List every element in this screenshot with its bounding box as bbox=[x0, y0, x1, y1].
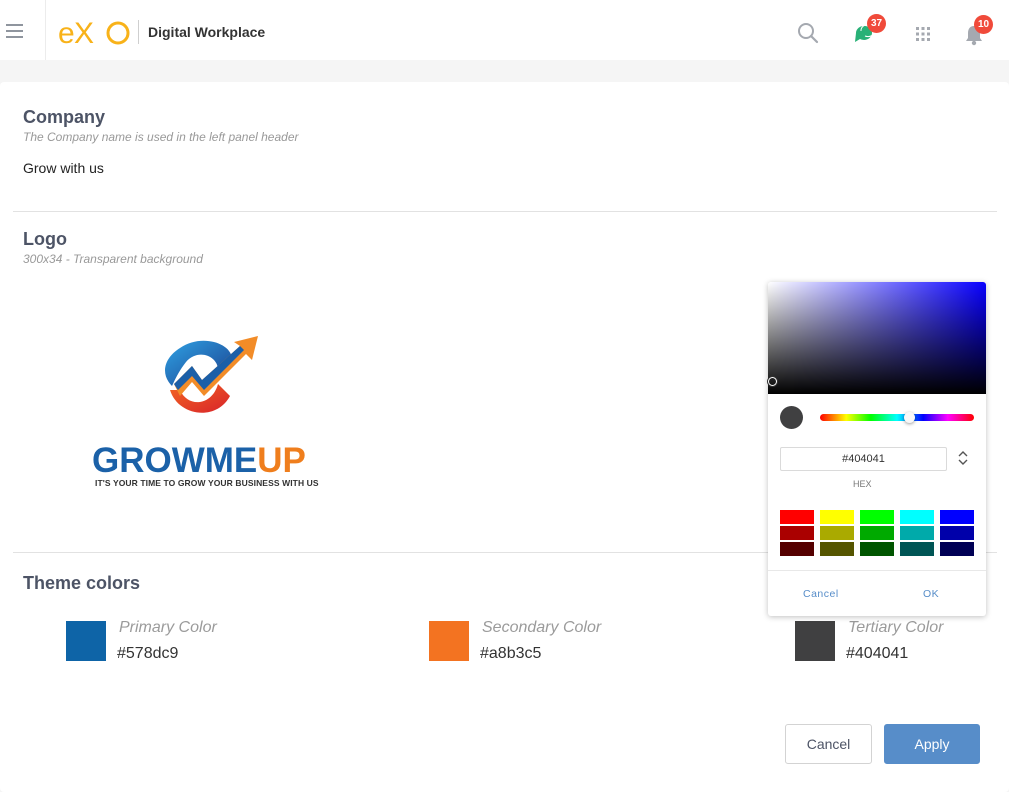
logo-subtitle: 300x34 - Transparent background bbox=[23, 252, 203, 266]
notification-badge: 10 bbox=[974, 15, 993, 34]
secondary-color-value: #a8b3c5 bbox=[480, 645, 542, 662]
preset-swatch[interactable] bbox=[900, 542, 934, 556]
brand-title: Digital Workplace bbox=[148, 24, 266, 40]
picker-ok-button[interactable]: OK bbox=[923, 588, 939, 600]
svg-text:e: e bbox=[58, 17, 74, 48]
apps-grid-icon[interactable] bbox=[915, 26, 931, 42]
preset-swatch[interactable] bbox=[780, 526, 814, 540]
preset-swatch[interactable] bbox=[780, 542, 814, 556]
preset-swatch[interactable] bbox=[820, 510, 854, 524]
color-preview bbox=[780, 406, 803, 429]
exo-logo: e X bbox=[58, 17, 130, 48]
logo-title: Logo bbox=[23, 229, 67, 249]
search-icon[interactable] bbox=[797, 22, 819, 44]
primary-color-value: #578dc9 bbox=[117, 645, 179, 662]
svg-text:X: X bbox=[74, 17, 94, 48]
tertiary-color-swatch[interactable] bbox=[795, 621, 835, 661]
chat-badge: 37 bbox=[867, 14, 886, 33]
primary-color-label: Primary Color bbox=[119, 619, 217, 636]
company-title: Company bbox=[23, 107, 106, 127]
preset-swatches bbox=[780, 510, 975, 556]
apply-button[interactable]: Apply bbox=[884, 724, 980, 764]
secondary-color-label: Secondary Color bbox=[482, 619, 602, 636]
preset-swatch[interactable] bbox=[900, 510, 934, 524]
tertiary-color-label: Tertiary Color bbox=[848, 619, 944, 636]
hex-label: HEX bbox=[853, 479, 872, 489]
cancel-button[interactable]: Cancel bbox=[785, 724, 872, 764]
logo-tagline: IT'S YOUR TIME TO GROW YOUR BUSINESS WIT… bbox=[95, 478, 319, 488]
hamburger-menu-icon[interactable] bbox=[0, 0, 46, 60]
logo-wordmark: GROWMEUP bbox=[92, 441, 306, 480]
preset-swatch[interactable] bbox=[820, 542, 854, 556]
preset-swatch[interactable] bbox=[820, 526, 854, 540]
preset-swatch[interactable] bbox=[940, 510, 974, 524]
hex-input[interactable]: #404041 bbox=[780, 447, 947, 471]
preset-swatch[interactable] bbox=[860, 542, 894, 556]
preset-swatch[interactable] bbox=[860, 526, 894, 540]
preset-swatch[interactable] bbox=[780, 510, 814, 524]
saturation-area[interactable] bbox=[768, 282, 986, 394]
preset-swatch[interactable] bbox=[900, 526, 934, 540]
growmeup-emblem-icon bbox=[165, 336, 258, 413]
color-picker-popup: #404041 HEX Cancel OK bbox=[768, 282, 986, 616]
divider bbox=[768, 570, 986, 571]
theme-colors-title: Theme colors bbox=[23, 573, 141, 593]
hue-slider-thumb[interactable] bbox=[904, 412, 915, 423]
picker-cancel-button[interactable]: Cancel bbox=[803, 588, 839, 600]
company-subtitle: The Company name is used in the left pan… bbox=[23, 130, 299, 144]
divider bbox=[13, 211, 997, 212]
format-toggle-icon[interactable] bbox=[956, 448, 970, 468]
company-name-value[interactable]: Grow with us bbox=[23, 160, 104, 176]
tertiary-color-value: #404041 bbox=[846, 645, 909, 662]
primary-color-swatch[interactable] bbox=[66, 621, 106, 661]
preset-swatch[interactable] bbox=[860, 510, 894, 524]
brand-separator bbox=[138, 20, 139, 44]
saturation-cursor[interactable] bbox=[768, 377, 777, 386]
preset-swatch[interactable] bbox=[940, 526, 974, 540]
top-bar: e X Digital Workplace 37 10 bbox=[0, 0, 1009, 60]
preset-swatch[interactable] bbox=[940, 542, 974, 556]
secondary-color-swatch[interactable] bbox=[429, 621, 469, 661]
hue-slider[interactable] bbox=[820, 414, 974, 421]
